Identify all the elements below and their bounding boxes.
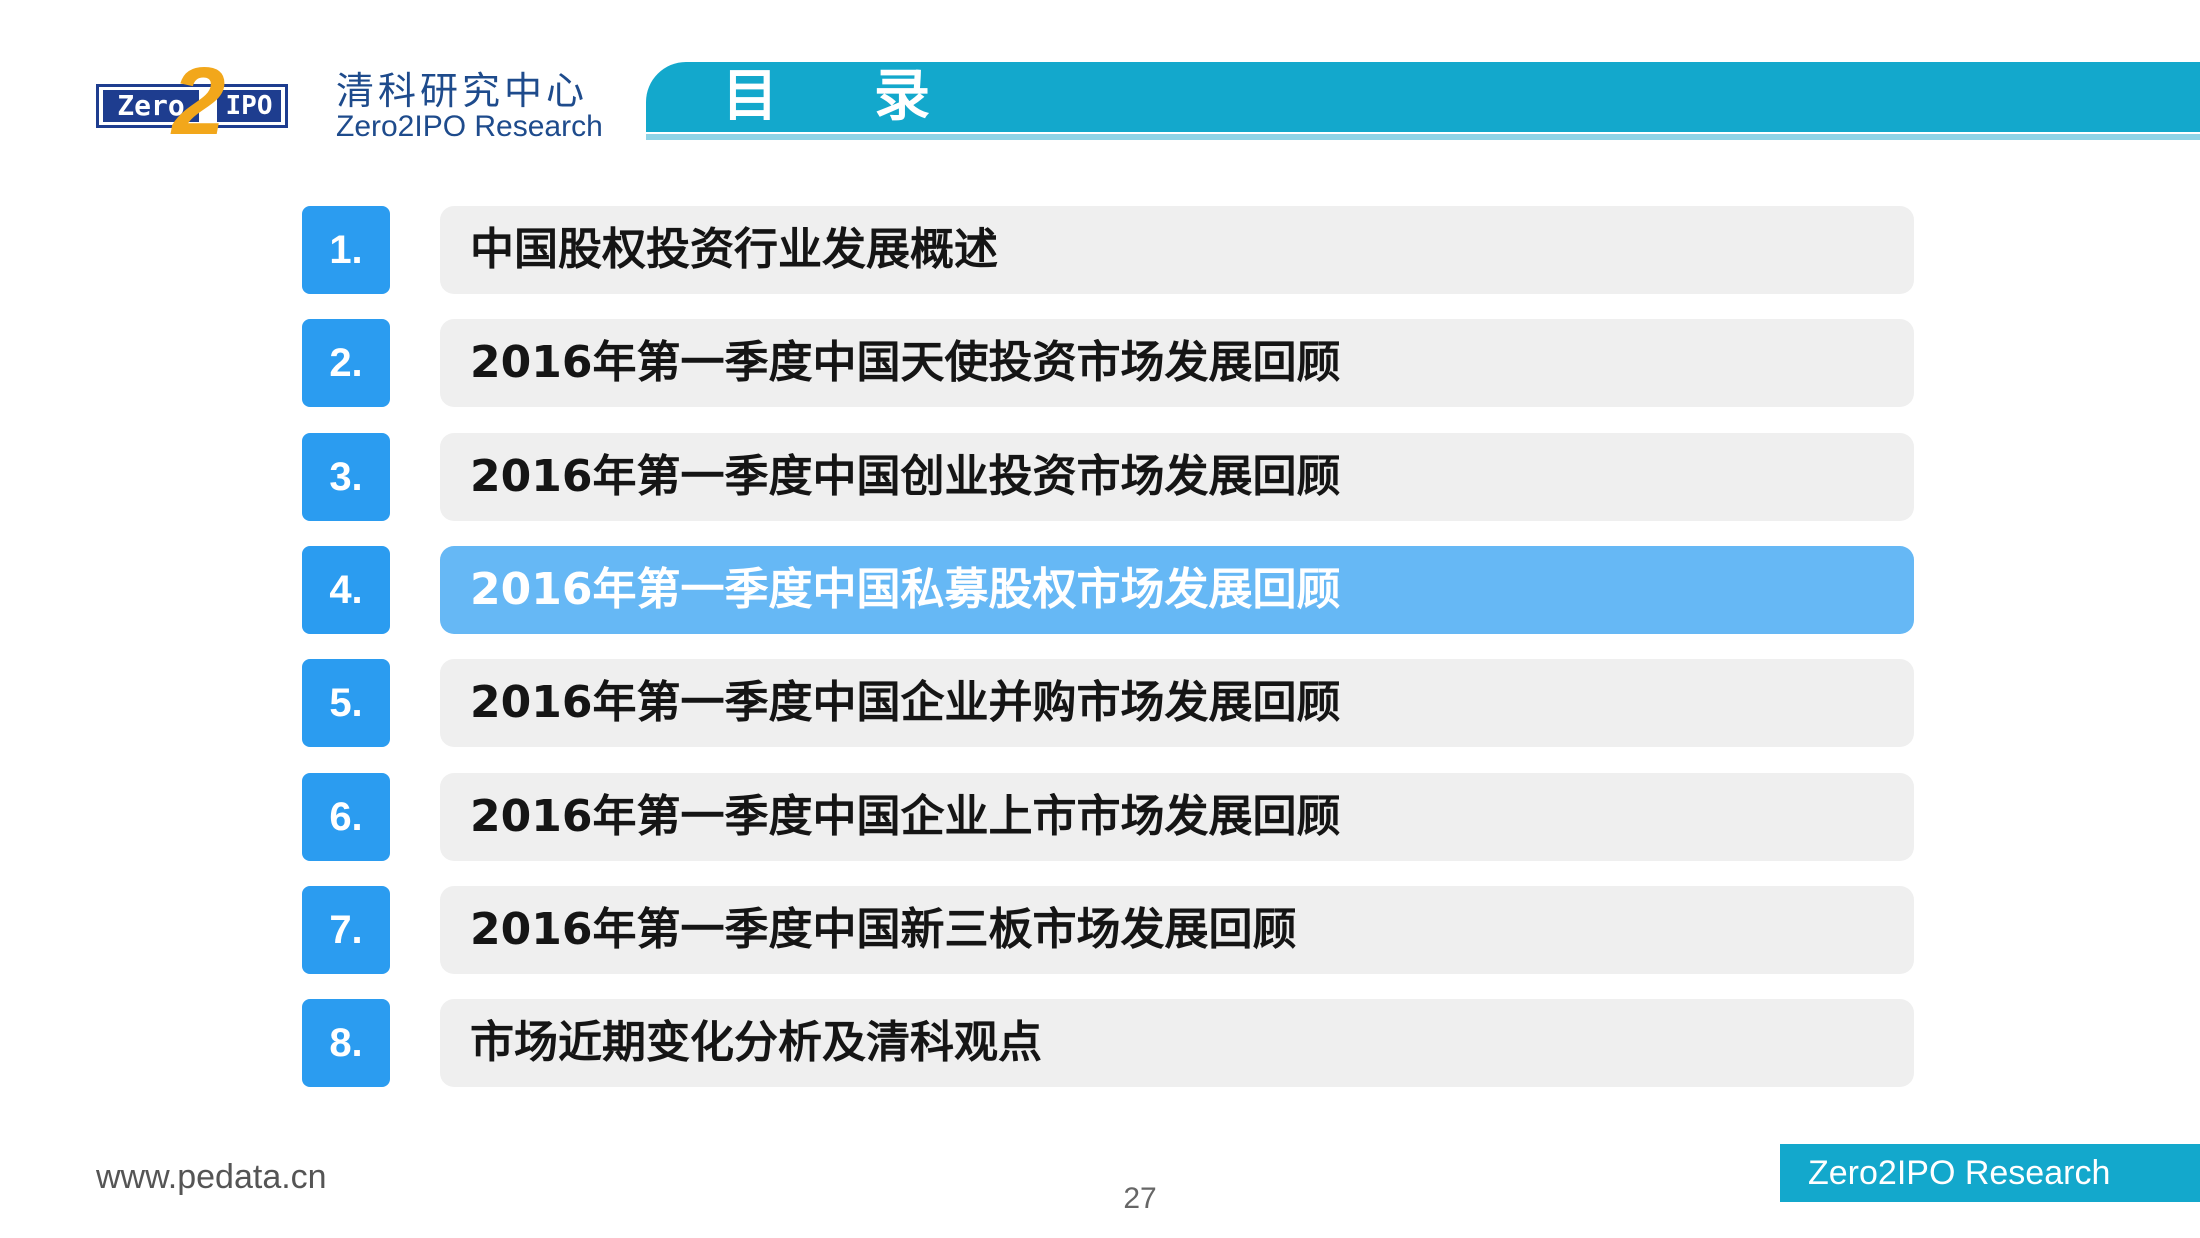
toc-number-3: 3.: [302, 433, 390, 521]
brand-name-cn: 清科研究中心: [336, 69, 589, 113]
logo-ipo-text: IPO: [217, 90, 281, 122]
toc-label-4-active[interactable]: 2016年第一季度中国私募股权市场发展回顾: [440, 546, 1914, 634]
toc-item-7[interactable]: 7. 2016年第一季度中国新三板市场发展回顾: [302, 886, 1914, 974]
toc-number-8: 8.: [302, 999, 390, 1087]
toc-number-5: 5.: [302, 659, 390, 747]
page-number: 27: [1123, 1182, 1157, 1215]
toc-item-4[interactable]: 4. 2016年第一季度中国私募股权市场发展回顾: [302, 546, 1914, 634]
toc-number-1: 1.: [302, 206, 390, 294]
brand-name-en: Zero2IPO Research: [336, 110, 603, 143]
toc-label-2[interactable]: 2016年第一季度中国天使投资市场发展回顾: [440, 319, 1914, 407]
toc-item-3[interactable]: 3. 2016年第一季度中国创业投资市场发展回顾: [302, 433, 1914, 521]
footer-brand: Zero2IPO Research: [1780, 1144, 2200, 1202]
header-underline: [646, 134, 2200, 140]
toc-number-6: 6.: [302, 773, 390, 861]
toc-label-7[interactable]: 2016年第一季度中国新三板市场发展回顾: [440, 886, 1914, 974]
toc-item-5[interactable]: 5. 2016年第一季度中国企业并购市场发展回顾: [302, 659, 1914, 747]
toc-item-1[interactable]: 1. 中国股权投资行业发展概述: [302, 206, 1914, 294]
toc-number-7: 7.: [302, 886, 390, 974]
page-title: 目录: [722, 64, 1026, 129]
toc-label-6[interactable]: 2016年第一季度中国企业上市市场发展回顾: [440, 773, 1914, 861]
toc-item-6[interactable]: 6. 2016年第一季度中国企业上市市场发展回顾: [302, 773, 1914, 861]
toc-number-2: 2.: [302, 319, 390, 407]
logo-two-glyph: 2: [172, 48, 226, 155]
footer-url: www.pedata.cn: [96, 1158, 327, 1196]
toc-label-3[interactable]: 2016年第一季度中国创业投资市场发展回顾: [440, 433, 1914, 521]
toc-label-5[interactable]: 2016年第一季度中国企业并购市场发展回顾: [440, 659, 1914, 747]
toc-number-4: 4.: [302, 546, 390, 634]
toc-item-8[interactable]: 8. 市场近期变化分析及清科观点: [302, 999, 1914, 1087]
zero2ipo-logo: Zero IPO 2: [96, 54, 292, 150]
toc-item-2[interactable]: 2. 2016年第一季度中国天使投资市场发展回顾: [302, 319, 1914, 407]
toc-label-8[interactable]: 市场近期变化分析及清科观点: [440, 999, 1914, 1087]
toc-label-1[interactable]: 中国股权投资行业发展概述: [440, 206, 1914, 294]
